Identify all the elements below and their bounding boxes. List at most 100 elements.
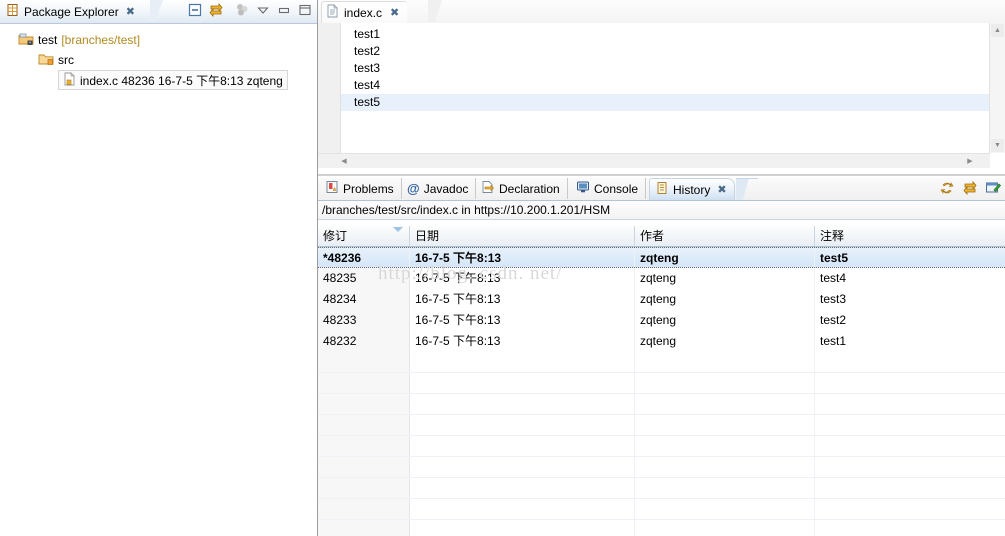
cell-comment: test4 bbox=[820, 271, 847, 285]
table-row[interactable]: 48234 16-7-5 下午8:13 zqteng test3 bbox=[318, 289, 1005, 310]
view-menu-icon[interactable] bbox=[234, 2, 250, 18]
minimize-icon[interactable] bbox=[276, 2, 292, 18]
cell-author: zqteng bbox=[635, 248, 815, 267]
c-file-icon bbox=[63, 71, 76, 89]
table-row[interactable]: *48236 16-7-5 下午8:13 zqteng test5 bbox=[318, 247, 1005, 268]
table-row-empty[interactable] bbox=[318, 436, 1005, 457]
problems-icon bbox=[325, 180, 339, 197]
cell-empty bbox=[815, 457, 1005, 477]
tab-problems[interactable]: Problems bbox=[320, 178, 402, 199]
editor-horizontal-scrollbar[interactable]: ◀ ▶ bbox=[318, 153, 990, 168]
table-row-empty[interactable] bbox=[318, 373, 1005, 394]
table-row[interactable]: 48235 16-7-5 下午8:13 zqteng test4 bbox=[318, 268, 1005, 289]
console-icon bbox=[576, 180, 590, 197]
history-resource-path: /branches/test/src/index.c in https://10… bbox=[318, 201, 1005, 220]
cell-empty bbox=[815, 415, 1005, 435]
tree-item-label: src bbox=[58, 53, 74, 67]
cell-empty bbox=[318, 499, 410, 519]
close-icon[interactable]: ✖ bbox=[126, 5, 135, 18]
tab-label: index.c bbox=[344, 5, 383, 20]
refresh-icon[interactable] bbox=[939, 180, 955, 196]
column-label: 修订 bbox=[323, 229, 348, 243]
cell-revision: 48233 bbox=[318, 310, 410, 331]
cell-revision: 48234 bbox=[318, 289, 410, 310]
cell-empty bbox=[815, 436, 1005, 456]
cell-empty bbox=[410, 499, 635, 519]
tab-label: Console bbox=[594, 181, 639, 196]
column-header-revision[interactable]: 修订 bbox=[318, 226, 410, 246]
table-row-empty[interactable] bbox=[318, 499, 1005, 520]
link-with-editor-icon[interactable] bbox=[962, 180, 978, 196]
cell-revision: *48236 bbox=[318, 248, 410, 267]
cell-empty bbox=[815, 373, 1005, 393]
table-row-empty[interactable] bbox=[318, 415, 1005, 436]
tab-javadoc[interactable]: @ Javadoc bbox=[402, 178, 477, 199]
cell-comment: test3 bbox=[820, 292, 847, 306]
table-row-empty[interactable] bbox=[318, 352, 1005, 373]
table-row[interactable]: 48233 16-7-5 下午8:13 zqteng test2 bbox=[318, 310, 1005, 331]
sort-indicator-icon bbox=[393, 227, 403, 232]
right-pane: index.c ✖ test1 test2 test3 test4 test5 … bbox=[318, 0, 1005, 536]
history-table: 修订 日期 作者 注释 *48236 16-7-5 下午8:13 zqteng … bbox=[318, 226, 1005, 536]
tree-item-folder-src[interactable]: src bbox=[0, 50, 317, 70]
editor-vertical-scrollbar[interactable]: ▲ ▼ bbox=[989, 23, 1005, 153]
tab-console[interactable]: Console bbox=[571, 178, 647, 199]
tree-item-label: test bbox=[38, 33, 58, 47]
cell-empty bbox=[815, 394, 1005, 414]
tab-declaration[interactable]: Declaration bbox=[476, 178, 568, 199]
code-line-highlighted: test5 bbox=[341, 94, 990, 111]
close-icon[interactable]: ✖ bbox=[390, 6, 399, 19]
svg-text:*: * bbox=[29, 40, 31, 45]
pane-separator[interactable] bbox=[318, 174, 1005, 176]
editor-text-area[interactable]: test1 test2 test3 test4 test5 bbox=[341, 23, 990, 153]
code-line: test2 bbox=[354, 44, 381, 58]
column-header-author[interactable]: 作者 bbox=[635, 226, 815, 246]
table-row-empty[interactable] bbox=[318, 457, 1005, 478]
eclipse-workbench-window: Package Explorer ✖ * test [branches/test… bbox=[0, 0, 1005, 536]
cell-empty bbox=[410, 373, 635, 393]
link-with-editor-icon[interactable] bbox=[208, 2, 224, 18]
scroll-left-arrow[interactable]: ◀ bbox=[338, 155, 350, 167]
cell-empty bbox=[410, 415, 635, 435]
chevron-down-icon[interactable] bbox=[255, 2, 271, 18]
javadoc-icon: @ bbox=[407, 181, 420, 196]
tab-curve-decoration bbox=[150, 0, 174, 22]
cell-empty bbox=[318, 394, 410, 414]
tab-curve-decoration bbox=[736, 178, 758, 200]
tab-index-c[interactable]: index.c ✖ bbox=[321, 1, 408, 23]
package-explorer-view: Package Explorer ✖ * test [branches/test… bbox=[0, 0, 318, 536]
tab-history[interactable]: History ✖ bbox=[649, 178, 735, 200]
maximize-icon[interactable] bbox=[297, 2, 313, 18]
cell-author: zqteng bbox=[635, 331, 815, 352]
cell-comment: test5 bbox=[820, 251, 849, 265]
cell-empty bbox=[635, 520, 815, 536]
scroll-down-arrow[interactable]: ▼ bbox=[991, 139, 1004, 152]
scroll-up-arrow[interactable]: ▲ bbox=[991, 24, 1004, 37]
cell-date: 16-7-5 下午8:13 bbox=[410, 248, 635, 267]
cell-empty bbox=[635, 352, 815, 372]
table-row-empty[interactable] bbox=[318, 520, 1005, 536]
history-tabbar: Problems @ Javadoc Declaration Console H… bbox=[318, 178, 1005, 201]
table-header-row: 修订 日期 作者 注释 bbox=[318, 226, 1005, 247]
tree-item-label: index.c 48236 16-7-5 下午8:13 zqteng bbox=[80, 73, 283, 88]
tree-item-file-index-c[interactable]: index.c 48236 16-7-5 下午8:13 zqteng bbox=[0, 70, 317, 90]
table-row-empty[interactable] bbox=[318, 394, 1005, 415]
table-row[interactable]: 48232 16-7-5 下午8:13 zqteng test1 bbox=[318, 331, 1005, 352]
tree-item-project[interactable]: * test [branches/test] bbox=[0, 30, 317, 50]
editor-tabbar: index.c ✖ bbox=[318, 0, 1005, 24]
pin-history-icon[interactable] bbox=[985, 180, 1001, 196]
cell-empty bbox=[318, 457, 410, 477]
folder-icon bbox=[38, 52, 54, 69]
collapse-all-icon[interactable] bbox=[187, 2, 203, 18]
tab-label: History bbox=[673, 182, 711, 197]
cell-empty bbox=[410, 394, 635, 414]
cell-revision: 48235 bbox=[318, 268, 410, 289]
column-header-date[interactable]: 日期 bbox=[410, 226, 635, 246]
close-icon[interactable]: ✖ bbox=[717, 183, 726, 196]
column-header-comment[interactable]: 注释 bbox=[815, 226, 1005, 246]
tab-package-explorer[interactable]: Package Explorer ✖ bbox=[2, 1, 143, 22]
cell-empty bbox=[635, 457, 815, 477]
scroll-right-arrow[interactable]: ▶ bbox=[964, 155, 976, 167]
table-row-empty[interactable] bbox=[318, 478, 1005, 499]
cell-empty bbox=[410, 478, 635, 498]
